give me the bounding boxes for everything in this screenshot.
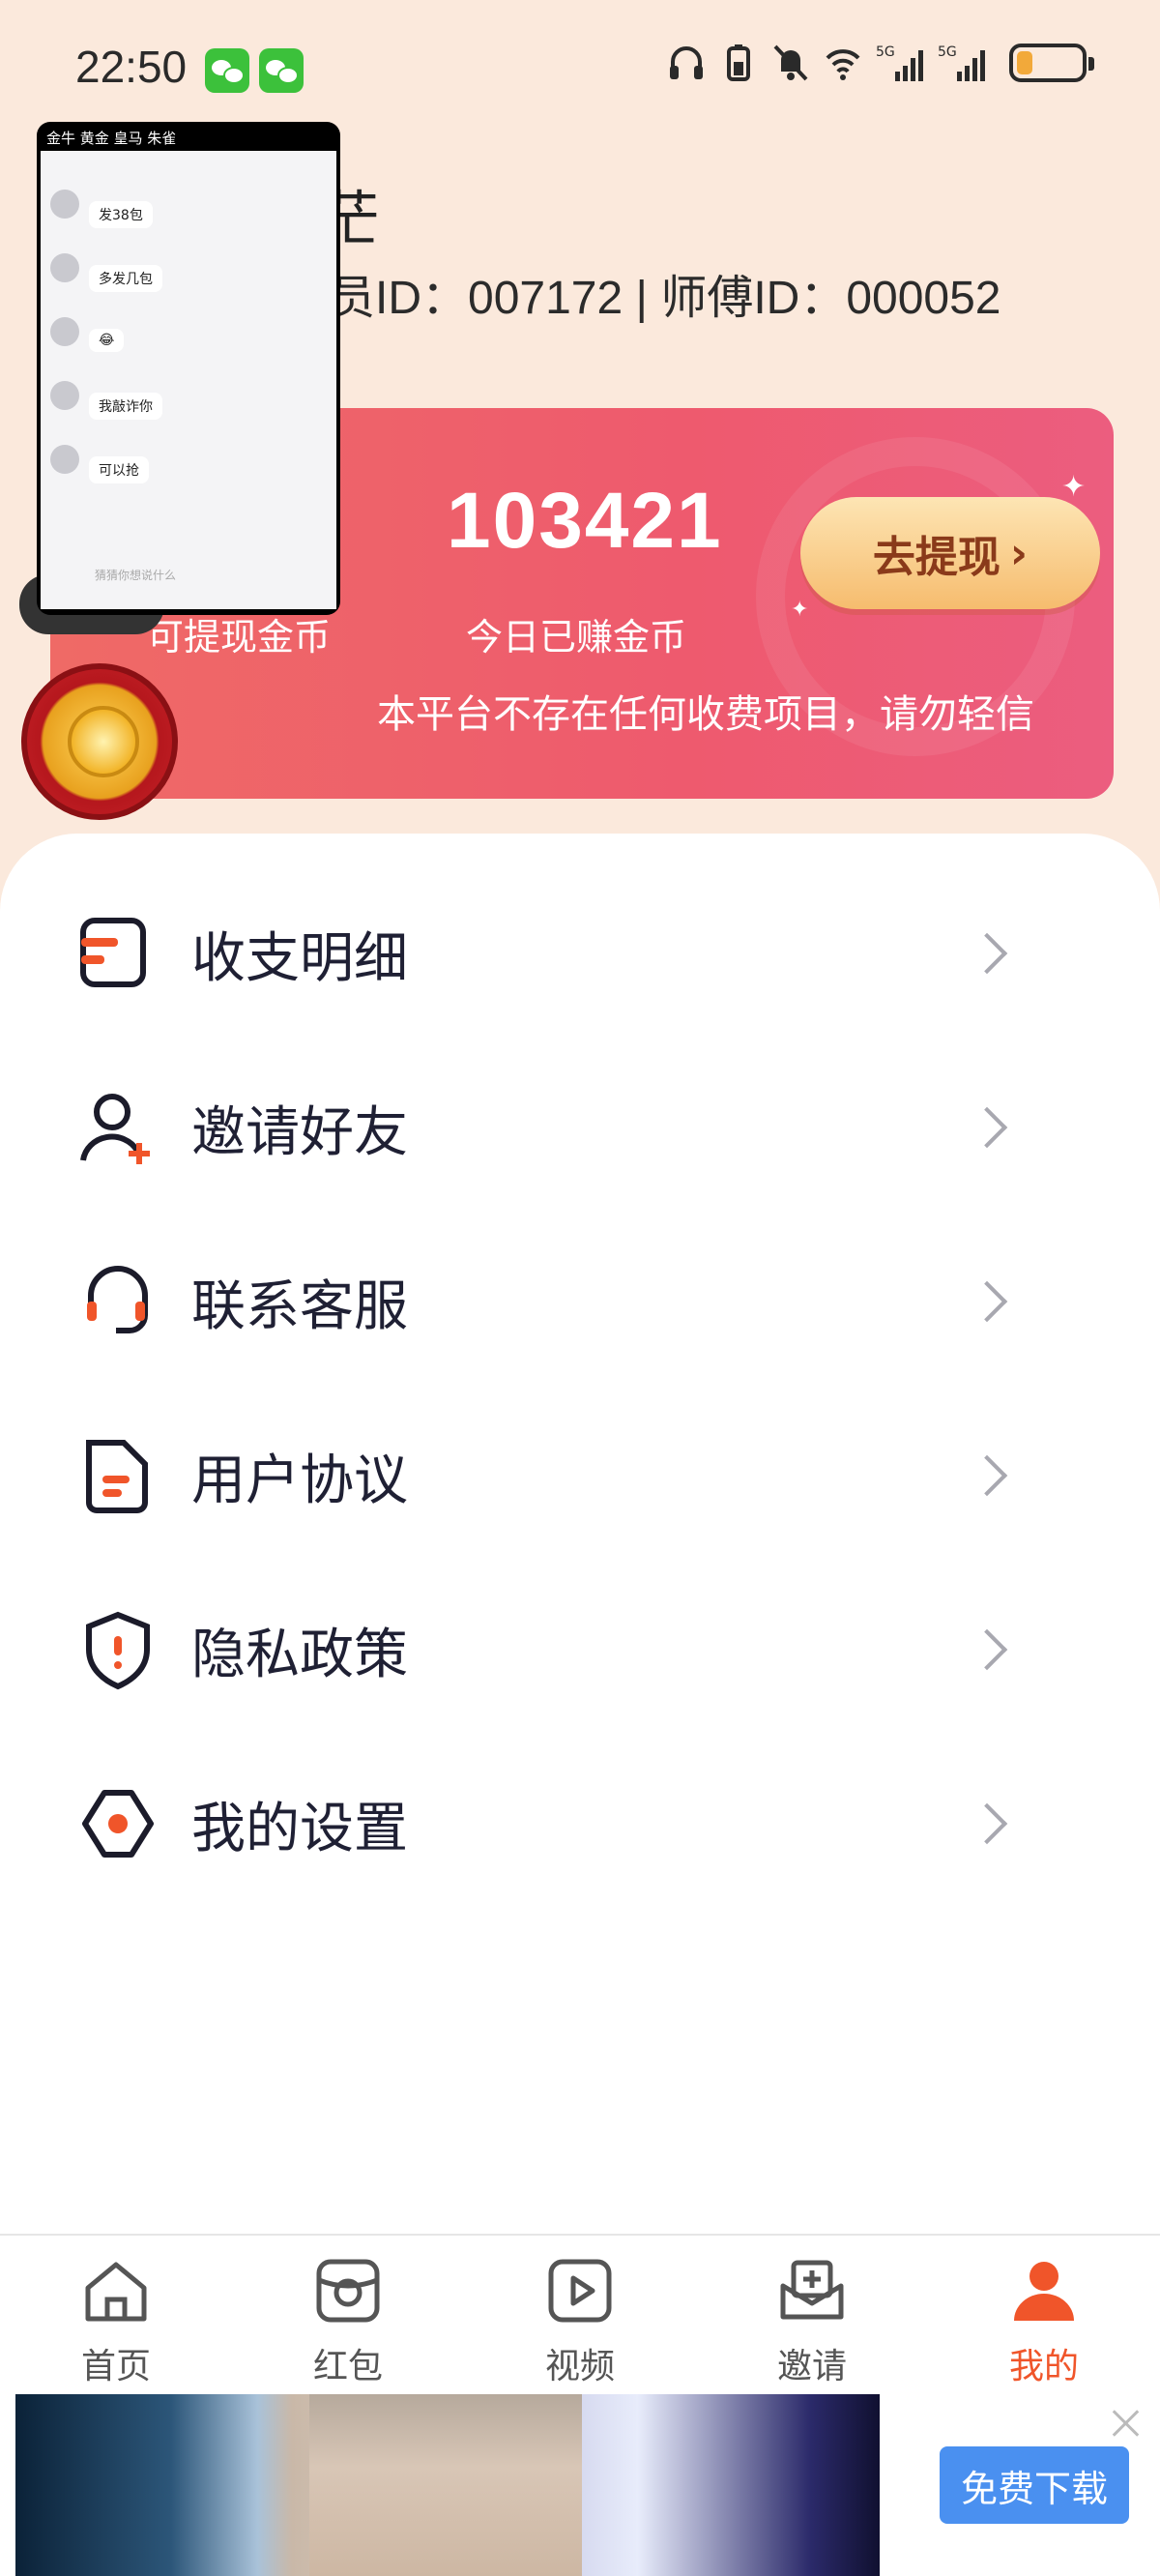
chat-bubble: 我敲诈你 — [89, 393, 162, 420]
floating-mini-window[interactable]: 金牛 黄金 皇马 朱雀 发38包 多发几包 😂 我敲诈你 可以抢 猜猜你想说什么 — [37, 122, 340, 615]
document-icon — [86, 1440, 148, 1513]
menu-item-label: 邀请好友 — [191, 1100, 408, 1164]
home-icon — [85, 2262, 147, 2322]
chevron-right-icon — [966, 1454, 1008, 1497]
tab-label: 视频 — [544, 2347, 615, 2386]
coin-reward-button[interactable] — [21, 663, 178, 820]
invite-user-icon — [80, 1094, 150, 1164]
menu-item-label: 用户协议 — [191, 1449, 408, 1512]
tab-home[interactable]: 首页 — [39, 2249, 193, 2394]
menu-panel: 收支明细 邀请好友 联系客服 用户协议 隐私政策 我的设置 — [0, 834, 1160, 2236]
menu-item-label: 联系客服 — [191, 1274, 408, 1338]
menu-item-label: 收支明细 — [191, 926, 408, 990]
chat-bubble: 发38包 — [89, 201, 153, 228]
mini-window-screen: 发38包 多发几包 😂 我敲诈你 可以抢 猜猜你想说什么 — [41, 151, 336, 609]
tab-invite[interactable]: 邀请 — [735, 2249, 889, 2394]
ad-photo — [309, 2394, 582, 2576]
tab-label: 红包 — [312, 2347, 383, 2386]
avatar — [50, 445, 79, 474]
withdrawable-label: 可提现金币 — [147, 616, 332, 659]
chevron-right-icon — [966, 1106, 1008, 1149]
menu-item-invite[interactable]: 邀请好友 — [0, 1050, 1160, 1205]
today-earned-label: 今日已赚金币 — [466, 616, 687, 659]
wechat-icon — [259, 48, 304, 93]
tab-red-packet[interactable]: 红包 — [271, 2249, 425, 2394]
signal-5g-icon: 5G — [938, 44, 985, 81]
bottom-tab-bar: 首页 红包 视频 邀请 我的 — [0, 2234, 1160, 2394]
battery-icon — [1009, 44, 1094, 82]
mini-input-placeholder: 猜猜你想说什么 — [95, 569, 177, 582]
tab-profile[interactable]: 我的 — [967, 2249, 1121, 2394]
system-icons: 5G 5G — [667, 43, 1094, 83]
headset-icon — [87, 1266, 148, 1333]
svg-text:5G: 5G — [938, 44, 957, 60]
sparkle-icon: ✦ — [1061, 470, 1087, 504]
settings-icon — [82, 1790, 154, 1858]
avatar — [50, 317, 79, 346]
headphones-icon — [670, 46, 703, 79]
shield-icon — [86, 1611, 150, 1690]
menu-item-ledger[interactable]: 收支明细 — [0, 876, 1160, 1031]
menu-item-label: 我的设置 — [191, 1797, 408, 1860]
signal-5g-icon: 5G — [876, 44, 923, 81]
withdraw-label: 去提现 — [872, 533, 1000, 582]
wechat-icon — [205, 48, 249, 93]
avatar — [50, 381, 79, 410]
member-ids: 员ID：007172 | 师傅ID：000052 — [329, 273, 1001, 324]
tab-video[interactable]: 视频 — [503, 2249, 657, 2394]
menu-item-support[interactable]: 联系客服 — [0, 1224, 1160, 1379]
chevron-right-icon — [966, 1802, 1008, 1845]
profile-icon — [1014, 2262, 1074, 2321]
chat-bubble: 多发几包 — [89, 265, 162, 292]
menu-item-settings[interactable]: 我的设置 — [0, 1746, 1160, 1901]
notice-marquee: 本平台不存在任何收费项目，请勿轻信 — [377, 692, 1034, 737]
chevron-right-icon — [966, 1280, 1008, 1323]
tab-label: 首页 — [80, 2347, 151, 2386]
menu-item-privacy[interactable]: 隐私政策 — [0, 1572, 1160, 1727]
ad-download-button[interactable]: 免费下载 — [940, 2446, 1129, 2524]
chat-bubble: 😂 — [89, 329, 125, 352]
svg-text:5G: 5G — [876, 44, 895, 60]
ad-banner[interactable]: 免费下载 — [0, 2394, 1160, 2576]
chevron-right-icon — [966, 1628, 1008, 1671]
mute-bell-icon — [773, 44, 808, 81]
coin-amount: 103421 — [447, 477, 723, 565]
withdraw-button[interactable]: 去提现 › — [800, 497, 1100, 609]
tab-label: 我的 — [1008, 2347, 1079, 2386]
menu-item-label: 隐私政策 — [191, 1623, 408, 1686]
close-icon[interactable] — [1108, 2406, 1143, 2441]
ledger-icon — [80, 918, 146, 987]
status-bar: 22:50 5G 5G — [0, 0, 1160, 135]
avatar — [50, 253, 79, 282]
tab-label: 邀请 — [776, 2347, 847, 2386]
chat-bubble: 可以抢 — [89, 456, 149, 483]
mini-window-title: 金牛 黄金 皇马 朱雀 — [46, 130, 177, 147]
chevron-right-icon: › — [1009, 528, 1029, 578]
avatar — [50, 190, 79, 219]
video-icon — [548, 2259, 612, 2323]
sparkle-icon: ✦ — [791, 598, 809, 622]
wifi-icon — [826, 49, 860, 80]
clock: 22:50 — [75, 42, 188, 92]
chevron-right-icon — [966, 932, 1008, 975]
battery-saver-icon — [727, 44, 750, 81]
invite-icon — [780, 2260, 844, 2320]
menu-item-agreement[interactable]: 用户协议 — [0, 1398, 1160, 1553]
red-packet-icon — [316, 2259, 380, 2323]
